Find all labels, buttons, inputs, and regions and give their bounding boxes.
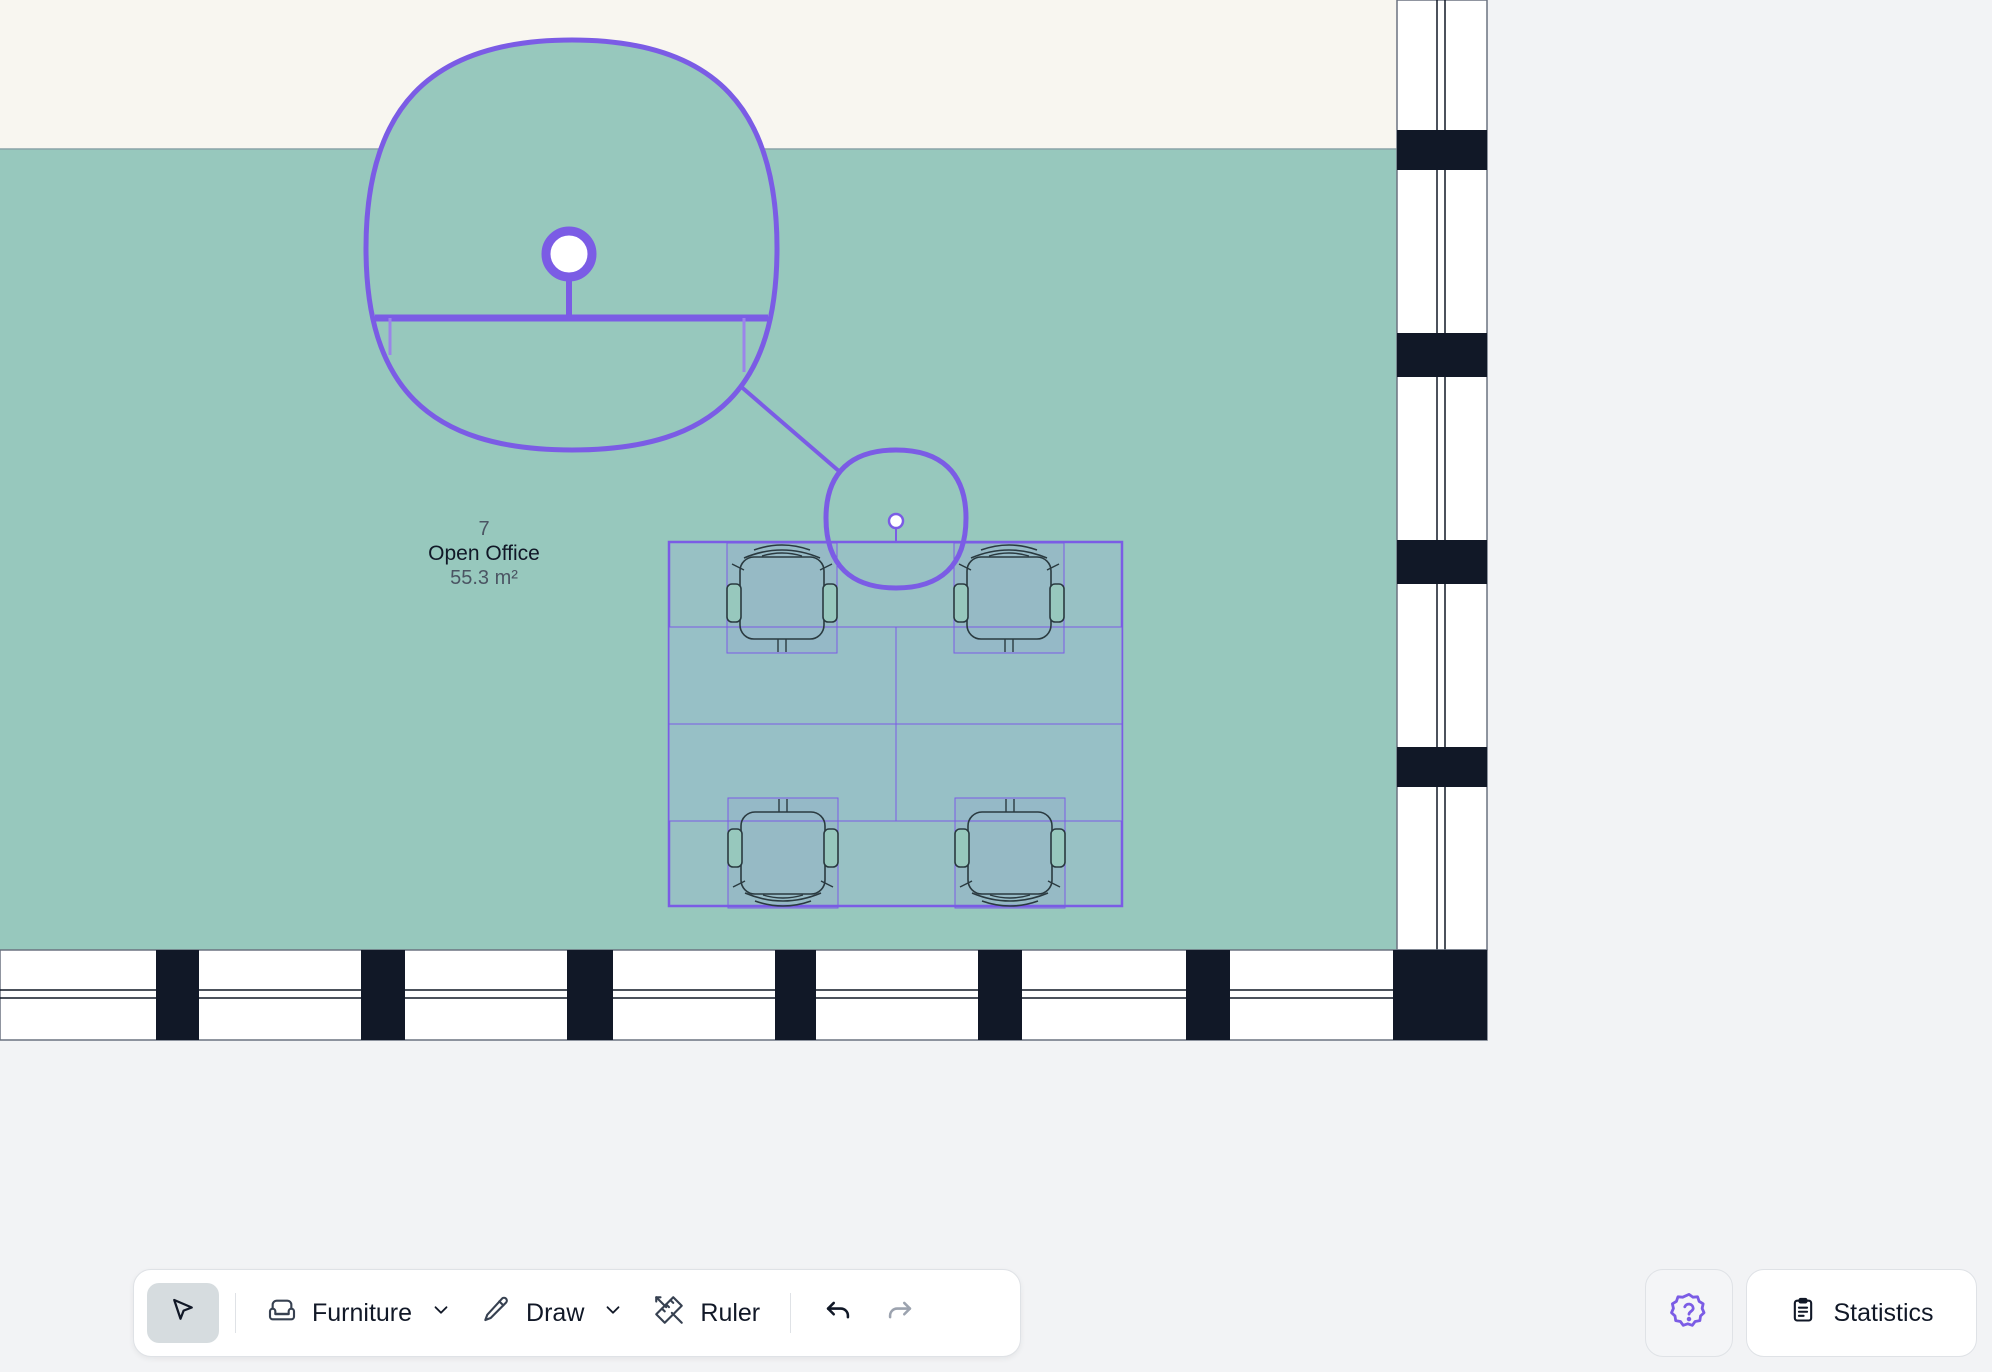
wall-bottom[interactable]: [0, 949, 1488, 1041]
chevron-down-icon: [602, 1299, 624, 1328]
help-badge-icon: [1668, 1290, 1710, 1337]
chair-top-right[interactable]: [953, 542, 1065, 654]
room-name: Open Office: [428, 542, 540, 565]
select-tool-button[interactable]: [147, 1283, 219, 1343]
chair-bottom-left[interactable]: [727, 797, 839, 909]
ruler-icon: [652, 1293, 686, 1334]
desk-cluster-selected[interactable]: [667, 540, 1124, 909]
clipboard-icon: [1789, 1296, 1817, 1331]
undo-icon: [821, 1293, 855, 1334]
floor-plan-canvas[interactable]: 7 Open Office 55.3 m²: [0, 0, 1992, 1372]
cursor-arrow-icon: [168, 1295, 198, 1332]
chevron-down-icon: [430, 1299, 452, 1328]
help-button[interactable]: [1645, 1269, 1733, 1357]
undo-button[interactable]: [807, 1283, 869, 1343]
ruler-tool-button[interactable]: Ruler: [638, 1283, 774, 1343]
statistics-button[interactable]: Statistics: [1746, 1269, 1977, 1357]
furniture-label: Furniture: [312, 1298, 413, 1327]
room-area: 55.3 m²: [450, 567, 518, 589]
furniture-menu-button[interactable]: Furniture: [252, 1283, 466, 1343]
statistics-label: Statistics: [1833, 1298, 1934, 1327]
draw-label: Draw: [526, 1298, 585, 1327]
room-number: 7: [478, 518, 489, 540]
toolbar-divider: [235, 1293, 236, 1333]
chair-bottom-right[interactable]: [954, 797, 1066, 909]
toolbar-divider: [790, 1293, 792, 1333]
sofa-icon: [266, 1294, 298, 1333]
ruler-label: Ruler: [700, 1298, 761, 1327]
bottom-toolbar: Furniture Draw Ruler: [133, 1269, 1021, 1357]
draw-menu-button[interactable]: Draw: [466, 1283, 638, 1343]
redo-button[interactable]: [869, 1283, 931, 1343]
chair-top-left[interactable]: [726, 542, 838, 654]
wall-right[interactable]: [1396, 0, 1488, 951]
pencil-icon: [480, 1294, 512, 1333]
redo-icon: [883, 1293, 917, 1334]
